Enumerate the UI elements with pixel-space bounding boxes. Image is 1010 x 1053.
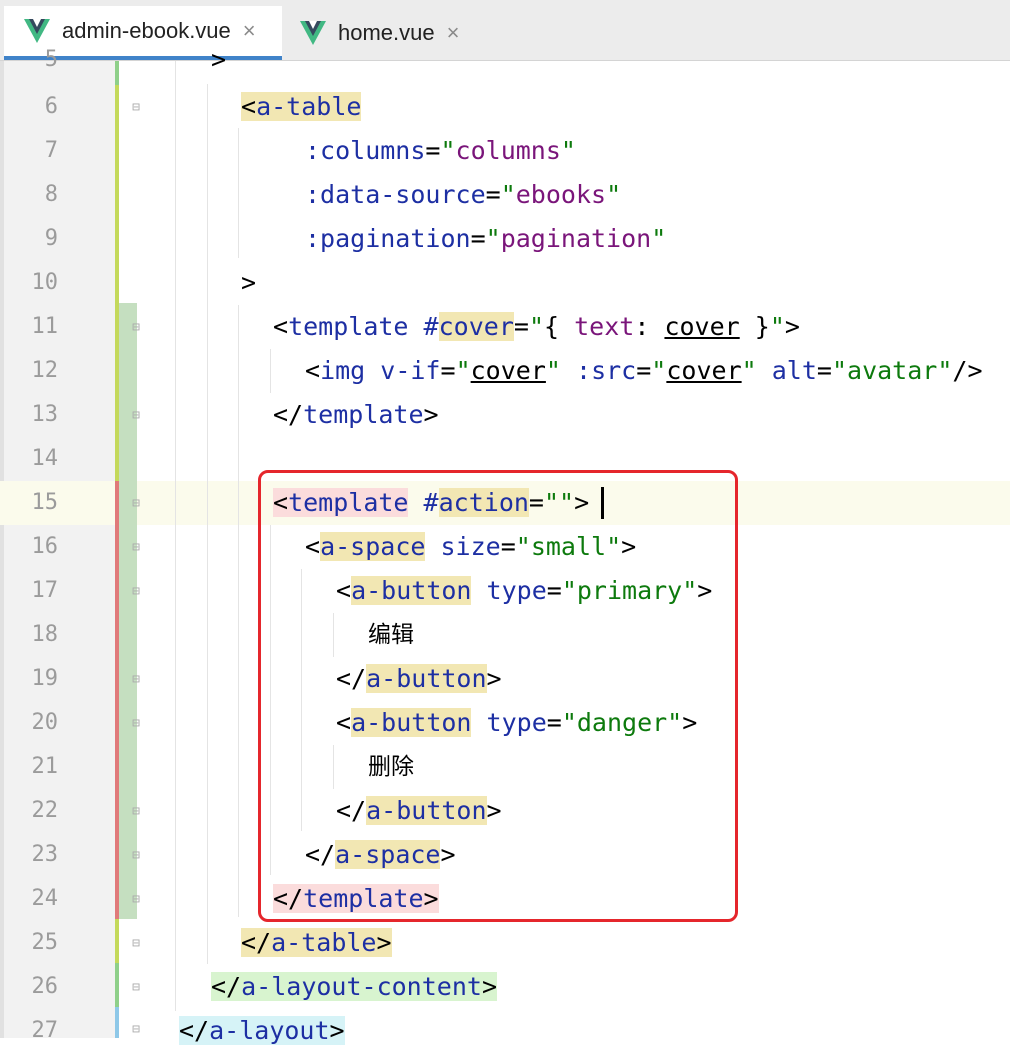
line-number: 6: [44, 94, 58, 119]
code-line[interactable]: </a-layout-content>: [138, 965, 1010, 1009]
line-number: 25: [31, 930, 59, 955]
code-line[interactable]: </a-layout>: [138, 1009, 1010, 1053]
vcs-moved-marker: [115, 1007, 119, 1038]
line-number: 16: [31, 534, 59, 559]
vcs-modified-marker: [115, 61, 119, 303]
line-number: 21: [31, 754, 59, 779]
line-number: 14: [31, 446, 59, 471]
line-number: 11: [31, 314, 59, 339]
line-number: 26: [31, 974, 59, 999]
line-number: 20: [31, 710, 59, 735]
vcs-added-block: [119, 303, 137, 919]
line-number: 9: [44, 226, 58, 251]
code-line[interactable]: <img v-if="cover" :src="cover" alt="avat…: [138, 349, 1010, 393]
line-number: 10: [31, 270, 59, 295]
vcs-conflict-marker: [115, 481, 119, 919]
line-number: 24: [31, 886, 59, 911]
code-line[interactable]: :columns="columns": [138, 129, 1010, 173]
vcs-added-marker: [115, 963, 119, 1007]
line-number: 8: [44, 182, 58, 207]
line-number: 22: [31, 798, 59, 823]
code-line[interactable]: </a-table>: [138, 921, 1010, 965]
code-token: <a-table: [241, 92, 362, 121]
line-number: 7: [44, 138, 58, 163]
annotation-highlight-box: [258, 470, 738, 922]
code-token: >: [211, 45, 227, 74]
line-number: 18: [31, 622, 59, 647]
code-line[interactable]: :data-source="ebooks": [138, 173, 1010, 217]
code-line[interactable]: :pagination="pagination": [138, 217, 1010, 261]
vcs-modified-marker: [115, 919, 119, 963]
line-number: 13: [31, 402, 59, 427]
line-number: 23: [31, 842, 59, 867]
code-line[interactable]: <a-table: [138, 85, 1010, 129]
line-number: 17: [31, 578, 59, 603]
code-line[interactable]: >: [138, 38, 1010, 82]
line-number: 5: [44, 47, 58, 72]
line-number: 19: [31, 666, 59, 691]
line-number: 15: [31, 490, 59, 515]
code-line[interactable]: <template #cover="{ text: cover }">: [138, 305, 1010, 349]
code-line[interactable]: >: [138, 261, 1010, 305]
vcs-added-marker: [115, 61, 119, 85]
code-line[interactable]: </template>: [138, 393, 1010, 437]
line-number: 27: [31, 1018, 59, 1043]
line-number: 12: [31, 358, 59, 383]
